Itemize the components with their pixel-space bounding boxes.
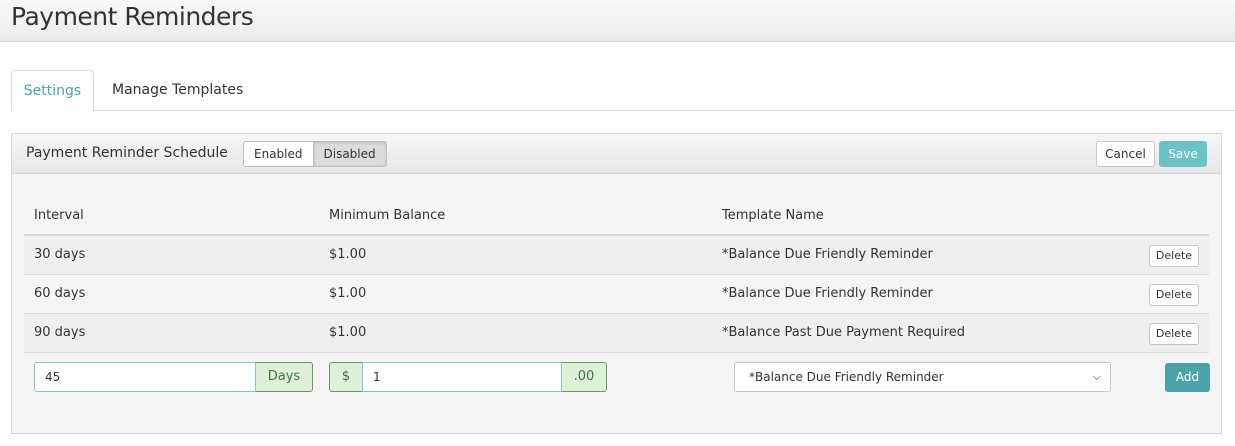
cancel-button[interactable]: Cancel: [1096, 141, 1155, 167]
days-addon: Days: [256, 362, 313, 392]
tab-bar: Settings Manage Templates: [11, 70, 1235, 112]
page-title: Payment Reminders: [11, 2, 254, 31]
chevron-down-icon: ⌵: [1092, 370, 1101, 383]
cents-addon: .00: [562, 362, 607, 392]
disabled-button[interactable]: Disabled: [313, 141, 387, 167]
interval-cell: 90 days: [34, 325, 86, 340]
delete-button[interactable]: Delete: [1149, 323, 1199, 345]
delete-button[interactable]: Delete: [1149, 284, 1199, 306]
new-reminder-row: 45 Days $ 1 .00 *Balance Due Friendly Re…: [24, 352, 1210, 402]
enabled-button[interactable]: Enabled: [243, 141, 314, 167]
interval-input[interactable]: 45: [34, 362, 256, 392]
minimum-balance-cell: $1.00: [329, 325, 367, 340]
column-header-interval: Interval: [34, 208, 84, 223]
schedule-toggle: Enabled Disabled: [243, 141, 387, 167]
add-button[interactable]: Add: [1165, 363, 1210, 392]
interval-cell: 60 days: [34, 286, 86, 301]
column-header-minimum-balance: Minimum Balance: [329, 208, 446, 223]
table-row: 30 days $1.00 *Balance Due Friendly Remi…: [24, 235, 1209, 274]
panel-title: Payment Reminder Schedule: [26, 145, 228, 161]
template-name-cell: *Balance Due Friendly Reminder: [722, 247, 933, 262]
table-row: 60 days $1.00 *Balance Due Friendly Remi…: [24, 274, 1209, 313]
template-name-cell: *Balance Due Friendly Reminder: [722, 286, 933, 301]
interval-cell: 30 days: [34, 247, 86, 262]
save-button[interactable]: Save: [1159, 141, 1207, 167]
minimum-balance-cell: $1.00: [329, 286, 367, 301]
template-select[interactable]: *Balance Due Friendly Reminder ⌵: [734, 362, 1111, 392]
reminder-schedule-panel: Payment Reminder Schedule Enabled Disabl…: [11, 133, 1222, 434]
balance-input[interactable]: 1: [362, 362, 562, 392]
template-select-value: *Balance Due Friendly Reminder: [749, 370, 944, 384]
delete-button[interactable]: Delete: [1149, 245, 1199, 267]
balance-input-group: $ 1 .00: [329, 362, 607, 392]
interval-input-group: 45 Days: [34, 362, 313, 392]
page-header: Payment Reminders: [0, 0, 1235, 42]
tab-settings[interactable]: Settings: [11, 70, 94, 112]
dollar-addon: $: [329, 362, 362, 392]
panel-header: Payment Reminder Schedule Enabled Disabl…: [12, 134, 1221, 174]
column-header-template-name: Template Name: [722, 208, 824, 223]
minimum-balance-cell: $1.00: [329, 247, 367, 262]
table-row: 90 days $1.00 *Balance Past Due Payment …: [24, 313, 1209, 352]
tab-manage-templates[interactable]: Manage Templates: [112, 70, 243, 111]
template-name-cell: *Balance Past Due Payment Required: [722, 325, 965, 340]
